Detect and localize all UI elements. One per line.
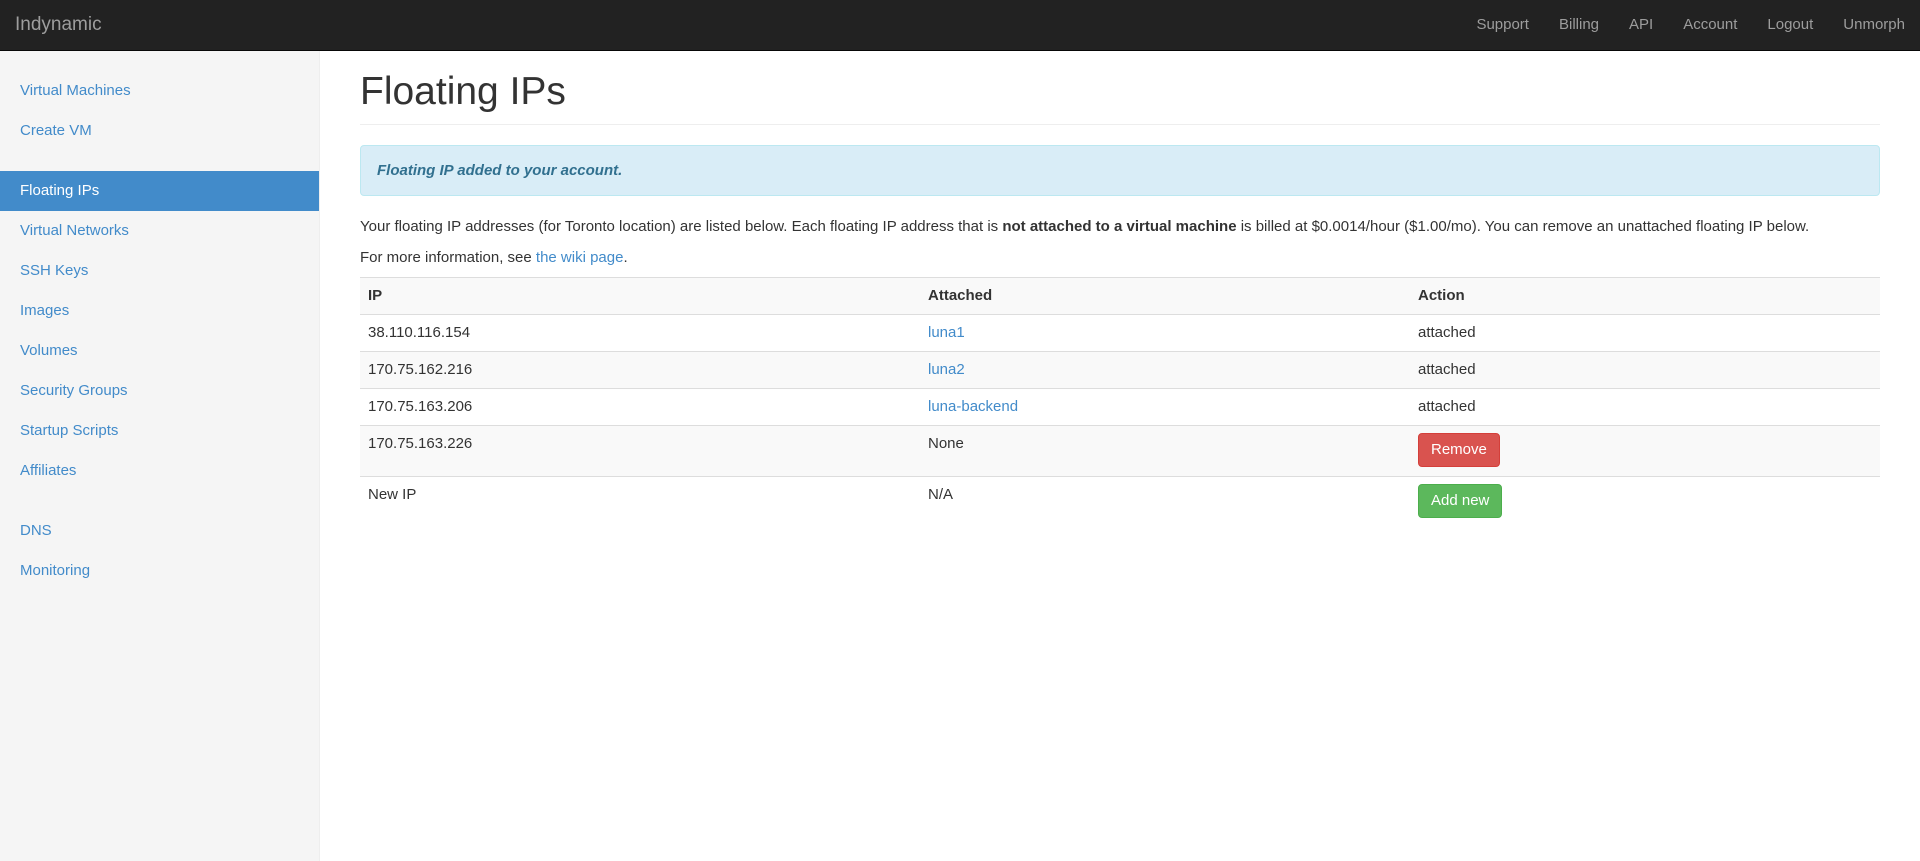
add-new-button[interactable]: Add new: [1418, 483, 1503, 518]
nav-logout-link[interactable]: Logout: [1752, 0, 1828, 50]
remove-button[interactable]: Remove: [1418, 432, 1500, 467]
sidebar-group-vms: Virtual Machines Create VM: [0, 71, 319, 151]
attached-cell: N/A: [920, 475, 1410, 528]
ip-cell: 170.75.163.226: [360, 424, 920, 477]
sidebar-item-monitoring[interactable]: Monitoring: [0, 551, 319, 591]
sidebar-item-virtual-machines[interactable]: Virtual Machines: [0, 71, 319, 111]
attached-cell: luna1: [920, 313, 1410, 352]
ip-cell: 170.75.162.216: [360, 350, 920, 389]
nav-unmorph-link[interactable]: Unmorph: [1828, 0, 1920, 50]
table-row: 170.75.163.206 luna-backend attached: [360, 387, 1880, 426]
new-ip-row: New IP N/A Add new: [360, 475, 1880, 528]
sidebar-item-security-groups[interactable]: Security Groups: [0, 371, 319, 411]
attached-vm-link[interactable]: luna1: [928, 324, 965, 341]
column-header-attached: Attached: [920, 276, 1410, 315]
top-navbar: Indynamic Support Billing API Account Lo…: [0, 0, 1920, 51]
nav-api-link[interactable]: API: [1614, 0, 1668, 50]
column-header-ip: IP: [360, 276, 920, 315]
brand-link[interactable]: Indynamic: [15, 0, 102, 50]
nav-support-link[interactable]: Support: [1461, 0, 1544, 50]
sidebar: Virtual Machines Create VM Floating IPs …: [0, 51, 320, 861]
sidebar-item-ssh-keys[interactable]: SSH Keys: [0, 251, 319, 291]
attached-cell: luna-backend: [920, 387, 1410, 426]
action-cell: attached: [1410, 313, 1880, 352]
sidebar-item-create-vm[interactable]: Create VM: [0, 111, 319, 151]
sidebar-item-volumes[interactable]: Volumes: [0, 331, 319, 371]
ip-cell: New IP: [360, 475, 920, 528]
table-row: 170.75.162.216 luna2 attached: [360, 350, 1880, 389]
action-cell: attached: [1410, 350, 1880, 389]
table-row: 38.110.116.154 luna1 attached: [360, 313, 1880, 352]
more-info-text: For more information, see the wiki page.: [360, 248, 1880, 268]
nav-billing-link[interactable]: Billing: [1544, 0, 1614, 50]
more-info-prefix: For more information, see: [360, 248, 536, 266]
sidebar-group-services: DNS Monitoring: [0, 511, 319, 591]
description-text: Your floating IP addresses (for Toronto …: [360, 217, 1880, 237]
main-content: Floating IPs Floating IP added to your a…: [360, 51, 1880, 528]
action-cell: Remove: [1410, 424, 1880, 477]
action-cell: attached: [1410, 387, 1880, 426]
description-bold: not attached to a virtual machine: [1002, 217, 1237, 235]
attached-vm-link[interactable]: luna2: [928, 361, 965, 378]
description-part-2: is billed at $0.0014/hour ($1.00/mo). Yo…: [1236, 217, 1810, 235]
page-title: Floating IPs: [360, 70, 566, 113]
description-part-1: Your floating IP addresses (for Toronto …: [360, 217, 1003, 235]
column-header-action: Action: [1410, 276, 1880, 315]
sidebar-item-virtual-networks[interactable]: Virtual Networks: [0, 211, 319, 251]
nav-account-link[interactable]: Account: [1668, 0, 1752, 50]
info-alert: Floating IP added to your account.: [360, 144, 1880, 196]
action-cell: Add new: [1410, 475, 1880, 528]
sidebar-item-images[interactable]: Images: [0, 291, 319, 331]
more-info-suffix: .: [623, 248, 628, 266]
page-header: Floating IPs: [360, 69, 1880, 125]
ip-cell: 38.110.116.154: [360, 313, 920, 352]
sidebar-item-startup-scripts[interactable]: Startup Scripts: [0, 411, 319, 451]
sidebar-group-resources: Floating IPs Virtual Networks SSH Keys I…: [0, 171, 319, 491]
sidebar-item-affiliates[interactable]: Affiliates: [0, 451, 319, 491]
attached-cell: None: [920, 424, 1410, 477]
sidebar-item-floating-ips[interactable]: Floating IPs: [0, 171, 319, 211]
wiki-page-link[interactable]: the wiki page: [536, 249, 624, 266]
floating-ip-table: IP Attached Action 38.110.116.154 luna1 …: [360, 276, 1880, 528]
attached-cell: luna2: [920, 350, 1410, 389]
navbar-links: Support Billing API Account Logout Unmor…: [1461, 0, 1920, 50]
attached-vm-link[interactable]: luna-backend: [928, 398, 1018, 415]
sidebar-item-dns[interactable]: DNS: [0, 511, 319, 551]
ip-cell: 170.75.163.206: [360, 387, 920, 426]
table-row: 170.75.163.226 None Remove: [360, 424, 1880, 477]
